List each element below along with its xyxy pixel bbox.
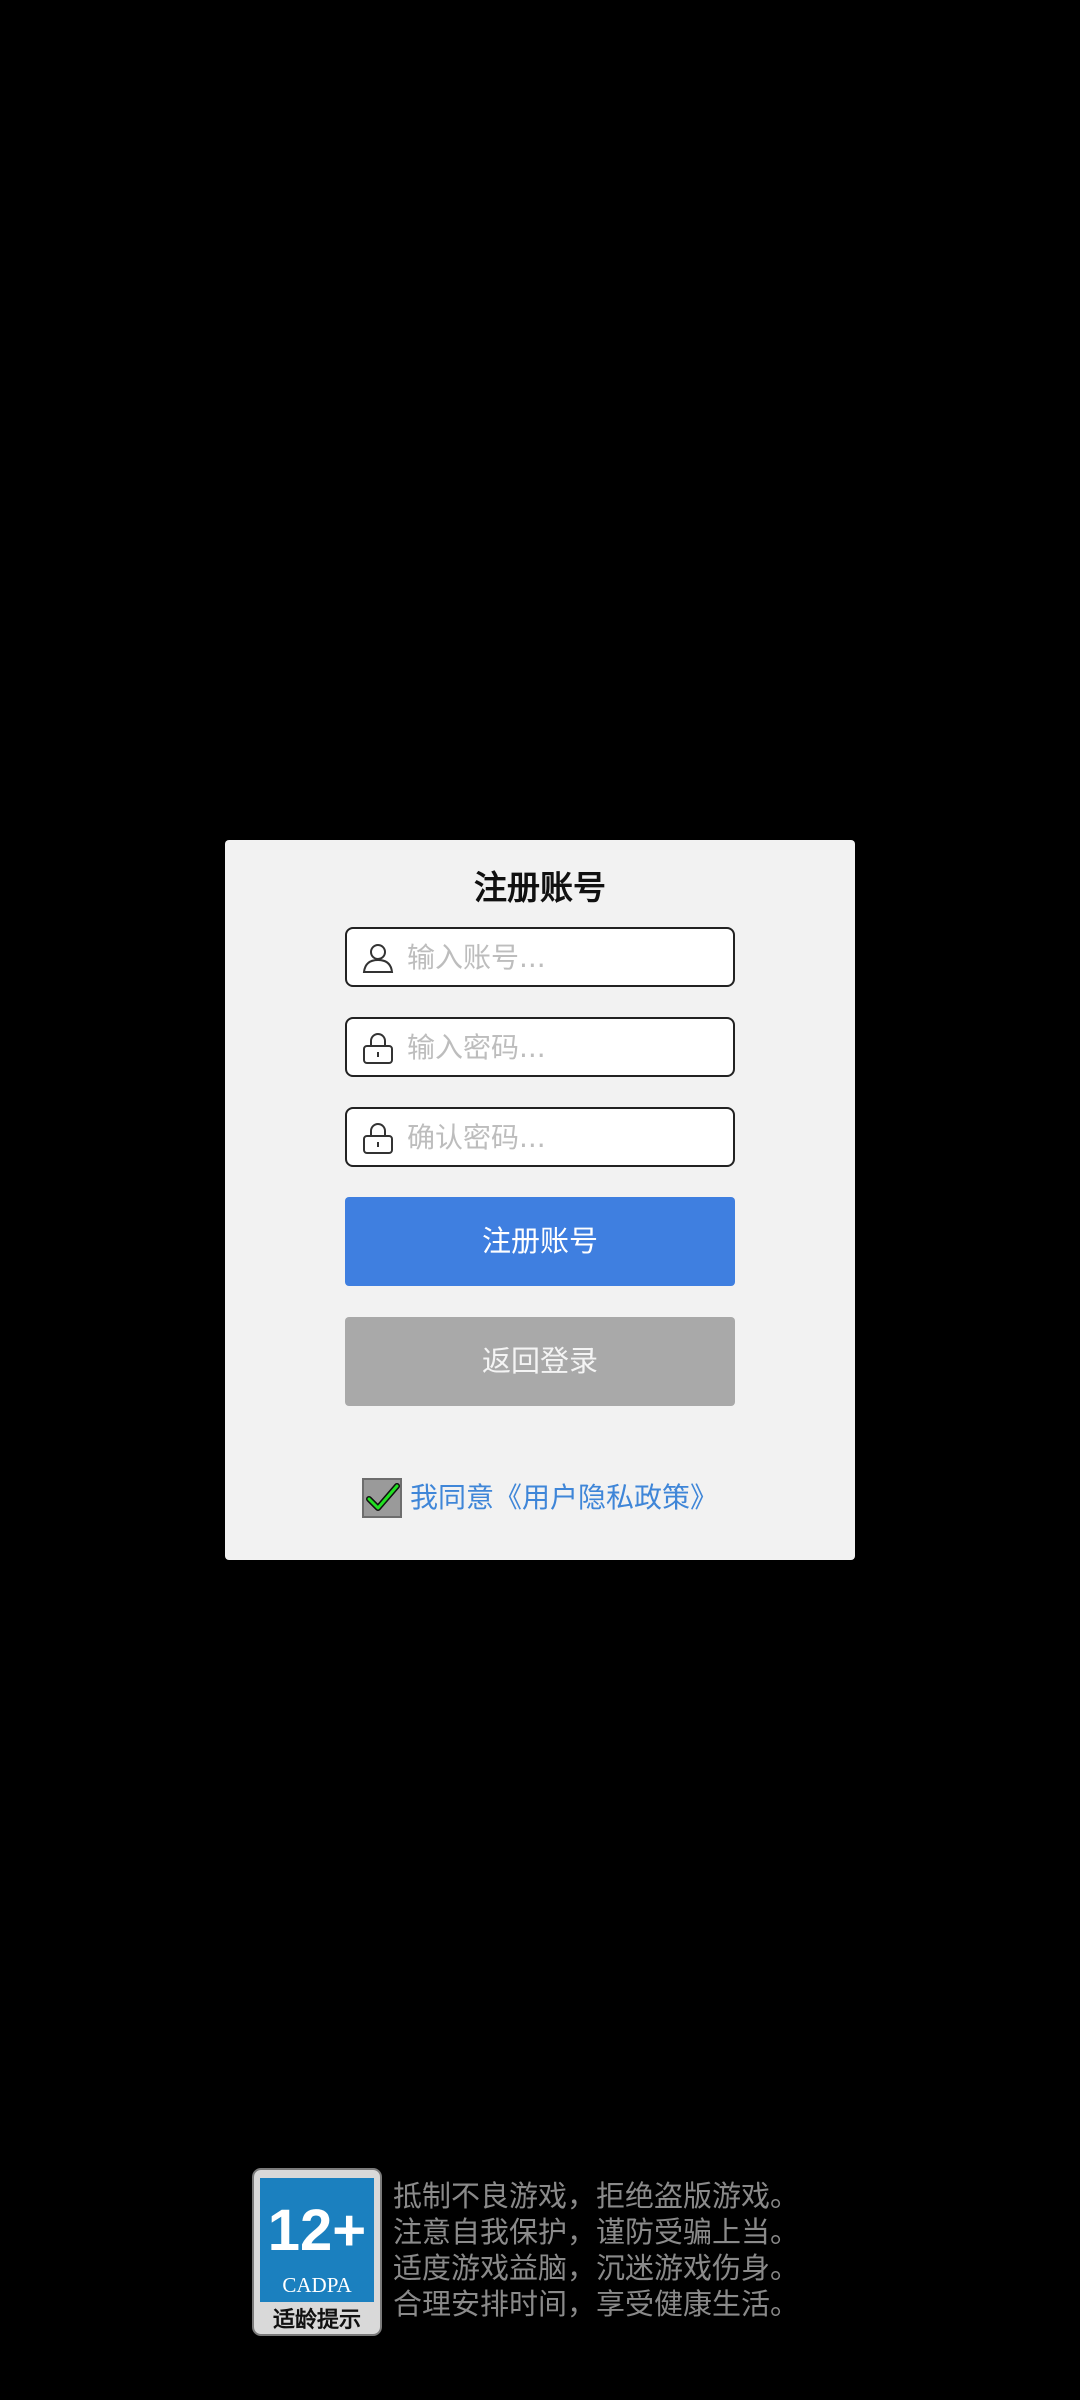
agreement-row: 我同意《用户隐私政策》 — [225, 1476, 855, 1520]
account-input[interactable] — [407, 935, 725, 979]
screen: 注册账号 输入账号... 注册账号 返回登录 我同意《用户隐私政策》 12+ C… — [0, 0, 1080, 2400]
checkmark-icon — [365, 1483, 400, 1511]
dialog-title: 注册账号 — [474, 868, 606, 907]
register-dialog: 注册账号 输入账号... 注册账号 返回登录 我同意《用户隐私政策》 — [225, 840, 855, 1560]
health-notice-line: 注意自我保护，谨防受骗上当。 — [393, 2215, 800, 2249]
lock-icon — [361, 1031, 395, 1065]
age-rating-badge: 12+ CADPA 适龄提示 — [252, 2168, 382, 2336]
privacy-policy-link[interactable]: 我同意《用户隐私政策》 — [410, 1476, 718, 1520]
health-notice: 抵制不良游戏，拒绝盗版游戏。 注意自我保护，谨防受骗上当。 适度游戏益脑，沉迷游… — [393, 2178, 833, 2322]
password-field[interactable] — [345, 1017, 735, 1077]
confirm-password-field[interactable] — [345, 1107, 735, 1167]
health-notice-line: 适度游戏益脑，沉迷游戏伤身。 — [393, 2251, 800, 2285]
age-rating-label: 适龄提示 — [273, 2307, 361, 2333]
confirm-password-input[interactable] — [407, 1115, 725, 1159]
password-input[interactable] — [407, 1025, 725, 1069]
register-button[interactable]: 注册账号 — [345, 1197, 735, 1286]
health-notice-line: 合理安排时间，享受健康生活。 — [393, 2287, 800, 2321]
age-rating-org: CADPA — [282, 2273, 352, 2297]
user-icon — [361, 941, 395, 975]
health-notice-line: 抵制不良游戏，拒绝盗版游戏。 — [393, 2179, 800, 2213]
back-to-login-button[interactable]: 返回登录 — [345, 1317, 735, 1406]
age-rating-number: 12+ — [268, 2198, 366, 2263]
account-field[interactable] — [345, 927, 735, 987]
agreement-checkbox[interactable] — [361, 1478, 402, 1518]
lock-icon — [361, 1121, 395, 1155]
